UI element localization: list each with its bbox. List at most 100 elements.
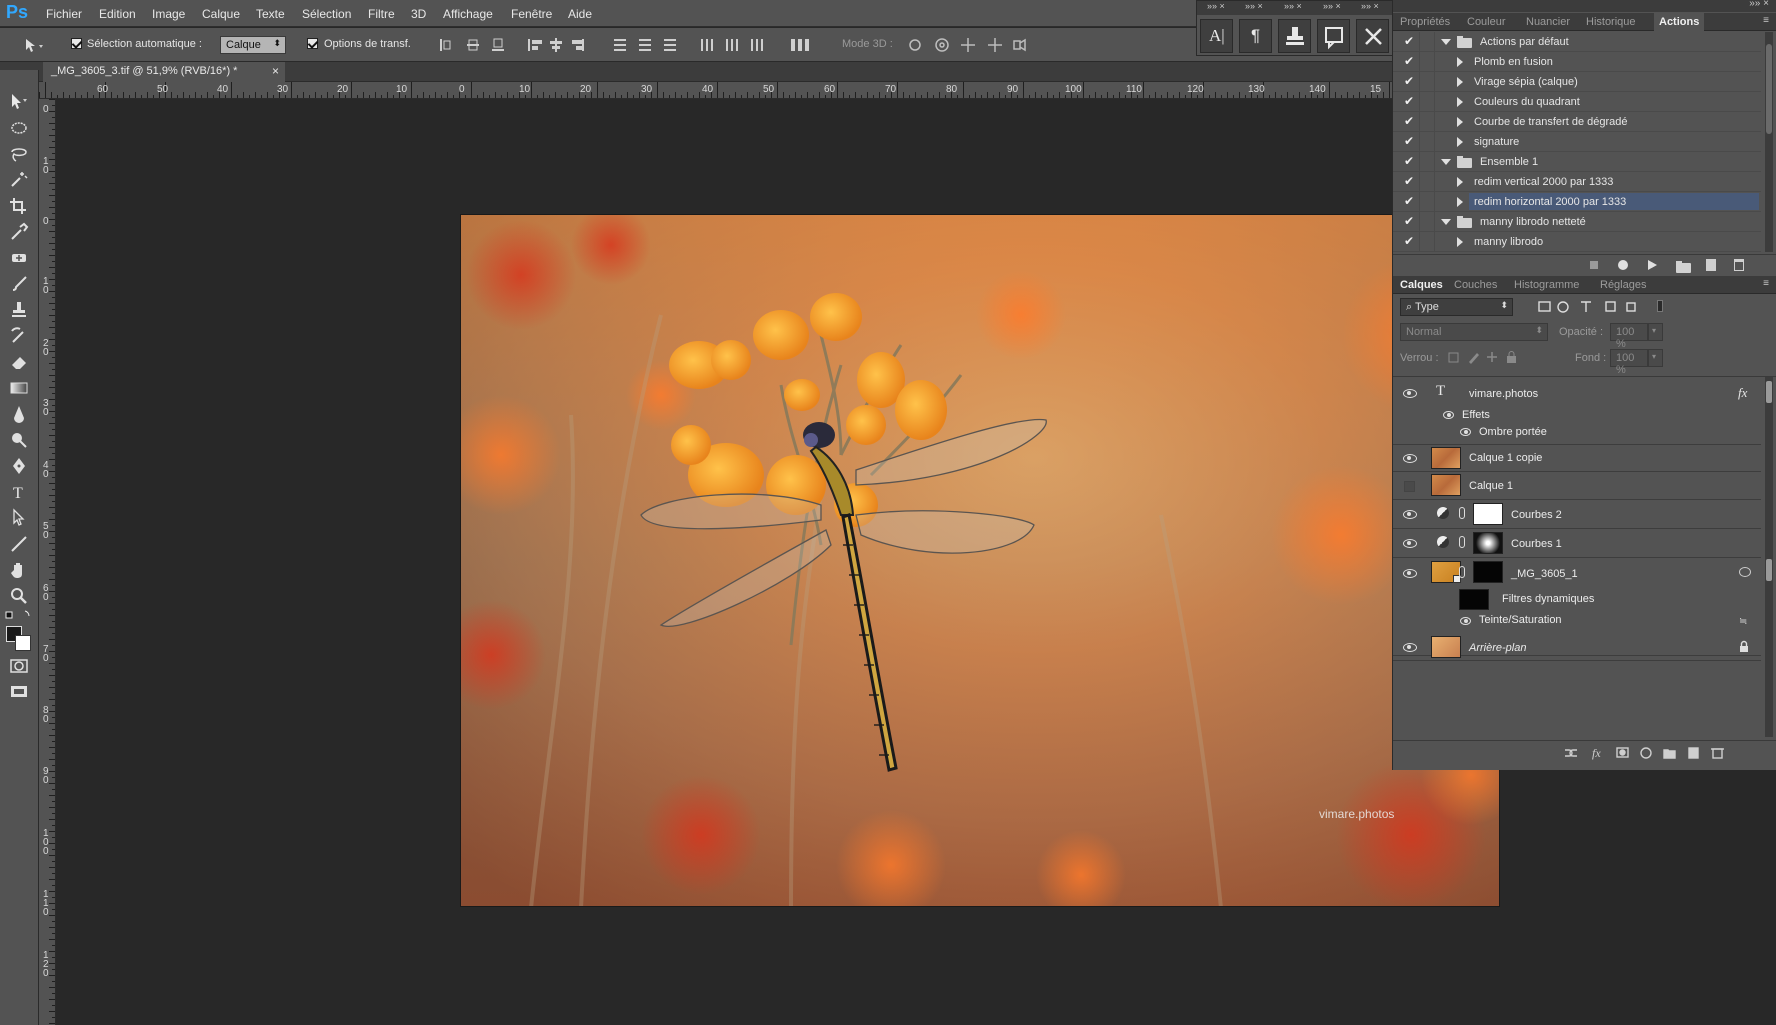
lasso-tool-icon[interactable] <box>8 144 30 164</box>
effects-eye-icon[interactable] <box>1443 411 1454 419</box>
visibility-hidden-box[interactable] <box>1404 481 1415 492</box>
stop-icon[interactable] <box>1590 261 1598 269</box>
menu-3d[interactable]: 3D <box>411 7 426 21</box>
move-tool-icon[interactable] <box>22 37 43 53</box>
tab-couches[interactable]: Couches <box>1454 279 1497 291</box>
type-tool-icon[interactable]: T <box>8 482 30 502</box>
actions-scrollbar[interactable] <box>1765 32 1773 252</box>
menu-filtre[interactable]: Filtre <box>368 7 395 21</box>
gradient-tool-icon[interactable] <box>8 378 30 398</box>
tab-reglages[interactable]: Réglages <box>1600 279 1646 291</box>
marquee-tool-icon[interactable] <box>8 118 30 138</box>
paragraph-panel-button[interactable]: ¶ <box>1239 19 1272 53</box>
chain-link-icon[interactable] <box>1459 536 1465 548</box>
action-set-row[interactable]: ✔ Actions par défaut <box>1393 32 1761 52</box>
document-image[interactable]: vimare.photos <box>460 214 1500 907</box>
panel-menu-icon[interactable]: ≡ <box>1763 278 1769 289</box>
screen-mode-icon[interactable] <box>8 682 30 702</box>
lock-icons[interactable] <box>1447 350 1527 364</box>
character-panel-button[interactable]: A| <box>1200 19 1233 53</box>
record-icon[interactable] <box>1618 260 1628 270</box>
tab-actions[interactable]: Actions <box>1654 13 1705 32</box>
blur-tool-icon[interactable] <box>8 404 30 424</box>
brush-tool-icon[interactable] <box>8 274 30 294</box>
blend-mode-dropdown[interactable]: Normal ⬍ <box>1400 323 1548 341</box>
opacity-slider-arrow-icon[interactable]: ▾ <box>1648 323 1663 341</box>
action-row[interactable]: ✔ Couleurs du quadrant <box>1393 92 1761 112</box>
play-icon[interactable] <box>1648 260 1657 270</box>
fill-slider-arrow-icon[interactable]: ▾ <box>1648 349 1663 367</box>
menu-fichier[interactable]: Fichier <box>46 7 82 21</box>
filter-toggle-switch[interactable] <box>1657 300 1663 312</box>
action-row[interactable]: ✔ redim vertical 2000 par 1333 <box>1393 172 1761 192</box>
menu-calque[interactable]: Calque <box>202 7 240 21</box>
drop-shadow-eye-icon[interactable] <box>1460 428 1471 436</box>
crop-tool-icon[interactable] <box>8 196 30 216</box>
clone-stamp-tool-icon[interactable] <box>8 300 30 320</box>
menu-affichage[interactable]: Affichage <box>443 7 493 21</box>
eyedropper-tool-icon[interactable] <box>8 222 30 242</box>
chain-link-icon[interactable] <box>1459 566 1465 578</box>
move-tool-icon[interactable] <box>8 92 30 112</box>
zoom-tool-icon[interactable] <box>8 586 30 606</box>
tab-historique[interactable]: Historique <box>1586 16 1636 28</box>
layer-row[interactable]: Calque 1 copie <box>1393 445 1761 472</box>
menu-edition[interactable]: Edition <box>99 7 136 21</box>
action-set-row[interactable]: ✔ Ensemble 1 <box>1393 152 1761 172</box>
action-row[interactable]: ✔ manny librodo <box>1393 232 1761 252</box>
visibility-eye-icon[interactable] <box>1403 389 1417 398</box>
transform-controls-checkbox[interactable] <box>307 38 318 49</box>
action-row-selected[interactable]: ✔ redim horizontal 2000 par 1333 <box>1393 192 1761 212</box>
layer-row-background[interactable]: Arrière-plan <box>1393 633 1761 661</box>
eraser-tool-icon[interactable] <box>8 352 30 372</box>
layer-row-text[interactable]: T vimare.photos fx Effets Ombre portée <box>1393 377 1761 445</box>
visibility-eye-icon[interactable] <box>1403 510 1417 519</box>
tab-histogramme[interactable]: Histogramme <box>1514 279 1579 291</box>
tab-proprietes[interactable]: Propriétés <box>1400 16 1450 28</box>
dodge-tool-icon[interactable] <box>8 430 30 450</box>
action-row[interactable]: ✔ signature <box>1393 132 1761 152</box>
hand-tool-icon[interactable] <box>8 560 30 580</box>
tab-couleur[interactable]: Couleur <box>1467 16 1506 28</box>
pen-tool-icon[interactable] <box>8 456 30 476</box>
layer-row[interactable]: Calque 1 <box>1393 472 1761 500</box>
auto-select-dropdown[interactable]: Calque ⬍ <box>220 36 286 54</box>
menu-image[interactable]: Image <box>152 7 185 21</box>
auto-select-checkbox[interactable] <box>71 38 82 49</box>
opacity-input[interactable]: 100 % <box>1610 323 1648 350</box>
notes-panel-button[interactable] <box>1317 19 1350 53</box>
layer-row[interactable]: Courbes 2 <box>1393 500 1761 529</box>
filter-options-icon[interactable]: ≒ <box>1739 616 1747 627</box>
new-action-icon[interactable] <box>1706 259 1716 271</box>
visibility-eye-icon[interactable] <box>1403 643 1417 652</box>
line-tool-icon[interactable] <box>8 534 30 554</box>
layer-filter-dropdown[interactable]: ⌕ Type ⬍ <box>1400 298 1513 316</box>
layer-filter-icons[interactable] <box>1538 300 1658 314</box>
tab-nuancier[interactable]: Nuancier <box>1526 16 1570 28</box>
action-row[interactable]: ✔ Virage sépia (calque) <box>1393 72 1761 92</box>
trash-icon[interactable] <box>1734 259 1744 271</box>
clone-source-panel-button[interactable] <box>1278 19 1311 53</box>
menu-aide[interactable]: Aide <box>568 7 592 21</box>
layer-row[interactable]: Courbes 1 <box>1393 529 1761 558</box>
fill-input[interactable]: 100 % <box>1610 349 1648 376</box>
3d-mode-icons[interactable] <box>906 36 1034 54</box>
panel-menu-icon[interactable]: ≡ <box>1763 15 1769 26</box>
align-distribute-icons[interactable] <box>436 36 856 54</box>
document-tab[interactable]: _MG_3605_3.tif @ 51,9% (RVB/16*) * × <box>43 62 285 82</box>
healing-brush-tool-icon[interactable] <box>8 248 30 268</box>
layers-footer-icons[interactable]: fx <box>1563 746 1763 760</box>
visibility-eye-icon[interactable] <box>1403 569 1417 578</box>
history-brush-tool-icon[interactable] <box>8 326 30 346</box>
action-set-row[interactable]: ✔ manny librodo netteté <box>1393 212 1761 232</box>
menu-selection[interactable]: Sélection <box>302 7 351 21</box>
action-row[interactable]: ✔ Plomb en fusion <box>1393 52 1761 72</box>
tab-calques[interactable]: Calques <box>1400 279 1443 291</box>
menu-texte[interactable]: Texte <box>256 7 285 21</box>
close-tab-icon[interactable]: × <box>272 64 279 78</box>
chain-link-icon[interactable] <box>1459 507 1465 519</box>
fx-icon[interactable]: fx <box>1738 385 1747 401</box>
layers-scrollbar[interactable] <box>1765 377 1773 737</box>
new-set-folder-icon[interactable] <box>1676 261 1691 273</box>
quick-selection-tool-icon[interactable] <box>8 170 30 190</box>
